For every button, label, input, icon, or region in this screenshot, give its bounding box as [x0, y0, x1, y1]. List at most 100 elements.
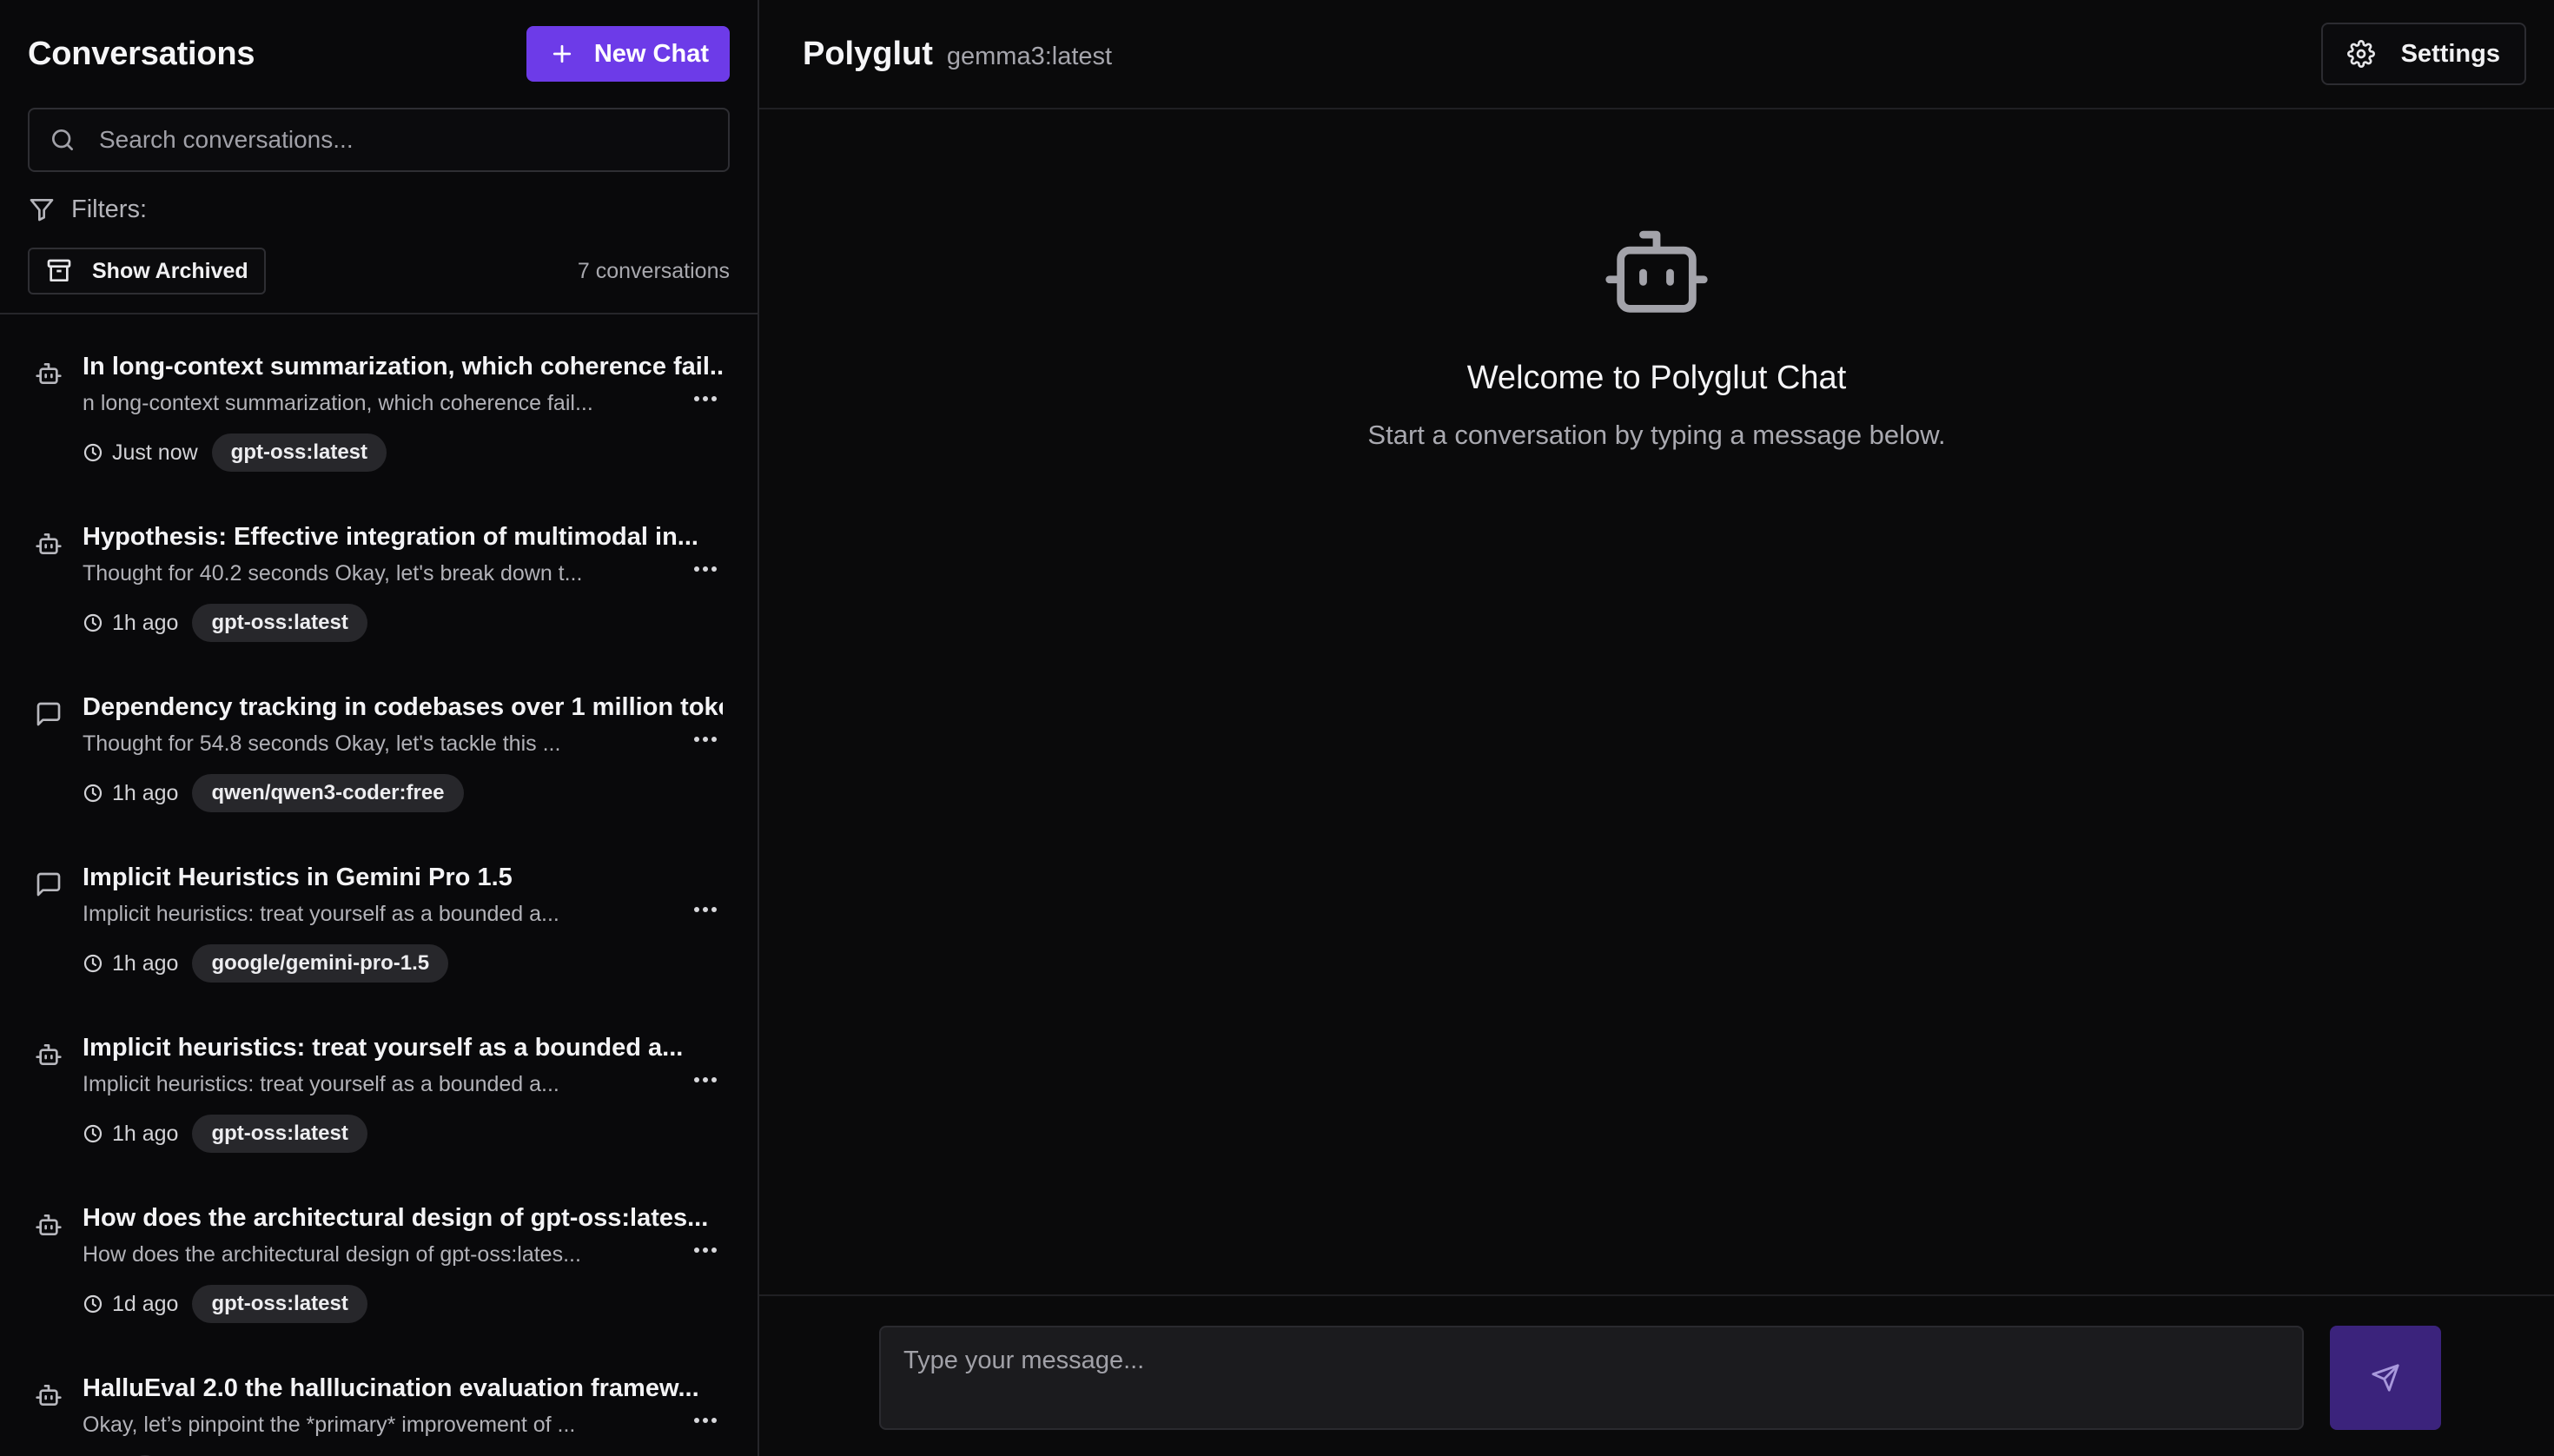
search-box[interactable] — [28, 108, 730, 172]
ellipsis-icon — [693, 1247, 718, 1254]
conversation-item[interactable]: Implicit Heuristics in Gemini Pro 1.5 Imp… — [0, 825, 758, 996]
show-archived-button[interactable]: Show Archived — [28, 248, 266, 295]
ellipsis-icon — [693, 736, 718, 743]
welcome-title: Welcome to Polyglut Chat — [1466, 360, 1847, 396]
conversation-time: 1h ago — [83, 1122, 178, 1147]
composer — [759, 1294, 2554, 1456]
more-options-button[interactable] — [688, 556, 723, 582]
more-options-button[interactable] — [688, 897, 723, 923]
search-input[interactable] — [99, 126, 709, 154]
conversation-time: 1d ago — [83, 1292, 178, 1317]
bot-icon — [35, 360, 63, 387]
clock-icon — [83, 1123, 103, 1144]
welcome-panel: Welcome to Polyglut Chat Start a convers… — [759, 228, 2554, 451]
app-title: Polyglut — [803, 35, 933, 72]
more-options-button[interactable] — [688, 386, 723, 412]
conversation-time-label: 1h ago — [112, 610, 179, 635]
conversation-list: In long-context summarization, which coh… — [0, 314, 758, 1456]
conversation-time: 1h ago — [83, 951, 178, 976]
app-root: Conversations New Chat Filters: Show Arc… — [0, 0, 2554, 1456]
conversation-meta: 1h ago qwen/qwen3-coder:free — [83, 774, 723, 812]
conversation-preview: Implicit heuristics: treat yourself as a… — [83, 902, 559, 926]
conversation-time-label: 1h ago — [112, 950, 179, 976]
clock-icon — [83, 783, 103, 804]
send-button[interactable] — [2330, 1326, 2441, 1430]
message-input[interactable] — [879, 1326, 2304, 1430]
filter-icon — [30, 199, 54, 222]
archive-icon — [47, 259, 71, 281]
conversation-item[interactable]: How does the architectural design of gpt… — [0, 1166, 758, 1336]
conversation-title: How does the architectural design of gpt… — [83, 1204, 709, 1232]
conversation-time-label: 1h ago — [112, 1121, 179, 1146]
conversation-item[interactable]: Implicit heuristics: treat yourself as a… — [0, 996, 758, 1166]
welcome-subtitle: Start a conversation by typing a message… — [1367, 420, 1946, 450]
search-icon — [52, 129, 73, 150]
current-model: gemma3:latest — [946, 42, 1113, 70]
ellipsis-icon — [693, 1417, 718, 1424]
more-options-button[interactable] — [688, 1067, 723, 1093]
gear-icon — [2346, 40, 2375, 68]
conversation-preview: Implicit heuristics: treat yourself as a… — [83, 1072, 559, 1096]
conversation-time: 1h ago — [83, 781, 178, 806]
settings-label: Settings — [2400, 39, 2500, 68]
sidebar-title: Conversations — [28, 35, 255, 72]
conversation-meta: 1h ago gpt-oss:latest — [83, 604, 723, 642]
more-options-button[interactable] — [688, 726, 723, 752]
more-options-button[interactable] — [688, 1407, 723, 1433]
bot-icon — [35, 1211, 63, 1239]
ellipsis-icon — [693, 395, 718, 402]
ellipsis-icon — [693, 566, 718, 572]
conversation-title: Dependency tracking in codebases over 1 … — [83, 693, 723, 721]
bot-icon — [35, 1381, 63, 1409]
message-square-icon — [35, 700, 63, 728]
conversation-title: Hypothesis: Effective integration of mul… — [83, 523, 698, 551]
conversation-item[interactable]: Hypothesis: Effective integration of mul… — [0, 485, 758, 655]
send-icon — [2372, 1364, 2399, 1392]
model-badge: gpt-oss:latest — [192, 604, 367, 642]
conversation-time-label: 1d ago — [112, 1291, 179, 1316]
new-chat-button[interactable]: New Chat — [526, 26, 730, 82]
message-square-icon — [35, 870, 63, 898]
conversation-title: Implicit Heuristics in Gemini Pro 1.5 — [83, 864, 513, 891]
ellipsis-icon — [693, 1076, 718, 1083]
conversation-time: Just now — [83, 440, 198, 466]
clock-icon — [83, 1294, 103, 1314]
model-badge: qwen/qwen3-coder:free — [192, 774, 464, 812]
conversation-meta: 1h ago google/gemini-pro-1.5 — [83, 944, 723, 983]
conversation-title: In long-context summarization, which coh… — [83, 353, 723, 381]
conversation-title: Implicit heuristics: treat yourself as a… — [83, 1034, 684, 1062]
conversation-preview: Thought for 40.2 seconds Okay, let's bre… — [83, 561, 583, 586]
conversation-meta: 1d ago gpt-oss:latest — [83, 1285, 723, 1323]
conversation-meta: Just now gpt-oss:latest — [83, 433, 723, 472]
sidebar: Conversations New Chat Filters: Show Arc… — [0, 0, 759, 1456]
conversation-preview: Okay, let’s pinpoint the *primary* impro… — [83, 1413, 576, 1437]
clock-icon — [83, 442, 103, 463]
conversation-title: HalluEval 2.0 the halllucination evaluat… — [83, 1374, 699, 1402]
filters-row: Filters: — [0, 172, 758, 247]
clock-icon — [83, 953, 103, 974]
conversation-time-label: Just now — [112, 440, 198, 465]
conversation-preview: n long-context summarization, which cohe… — [83, 391, 593, 415]
show-archived-label: Show Archived — [92, 258, 248, 283]
bot-icon — [35, 530, 63, 558]
conversation-meta: 1h ago gpt-oss:latest — [83, 1115, 723, 1153]
ellipsis-icon — [693, 906, 718, 913]
model-badge: gpt-oss:latest — [192, 1115, 367, 1153]
filters-label: Filters: — [71, 195, 147, 223]
bot-icon — [1605, 230, 1708, 313]
model-badge: gpt-oss:latest — [211, 433, 387, 472]
bot-icon — [35, 1041, 63, 1069]
conversation-item[interactable]: Dependency tracking in codebases over 1 … — [0, 655, 758, 825]
conversation-time-label: 1h ago — [112, 780, 179, 805]
conversation-item[interactable]: In long-context summarization, which coh… — [0, 314, 758, 485]
main-panel: Polyglut gemma3:latest Settings Welcome … — [759, 0, 2554, 1456]
settings-button[interactable]: Settings — [2320, 23, 2526, 85]
conversation-preview: How does the architectural design of gpt… — [83, 1242, 581, 1267]
conversation-item[interactable]: HalluEval 2.0 the halllucination evaluat… — [0, 1336, 758, 1456]
main-header: Polyglut gemma3:latest Settings — [759, 0, 2554, 109]
sidebar-header: Conversations New Chat — [0, 0, 758, 108]
model-badge: gpt-oss:latest — [192, 1285, 367, 1323]
plus-icon — [552, 44, 571, 63]
more-options-button[interactable] — [688, 1237, 723, 1263]
model-badge: google/gemini-pro-1.5 — [192, 944, 449, 983]
